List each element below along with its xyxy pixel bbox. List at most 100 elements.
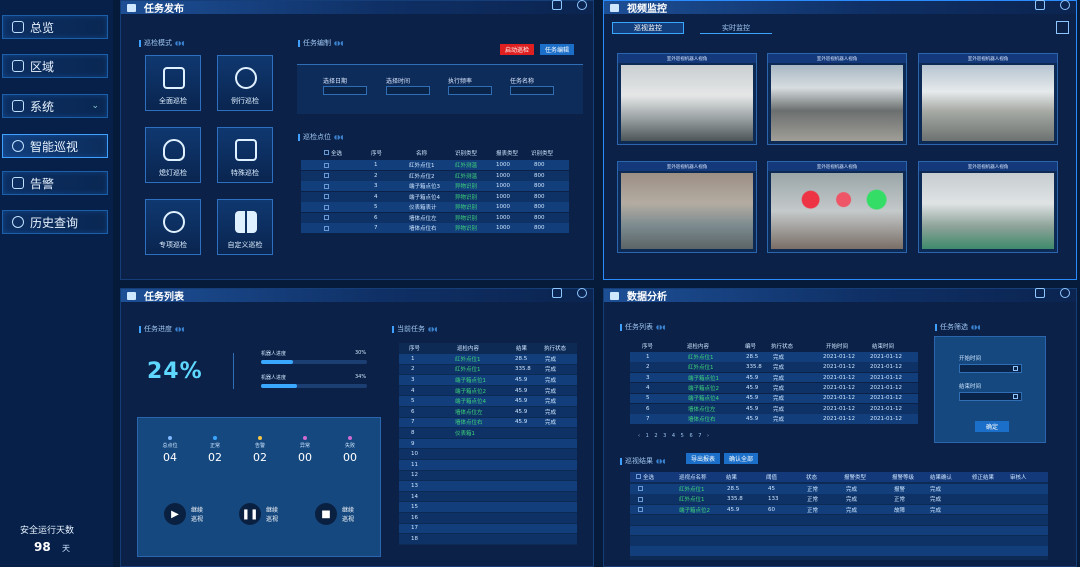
table-row[interactable]: 11 [399,460,577,470]
video-feed[interactable]: 室外巡视机器人视角 [617,53,757,145]
stat-item: 告警 02 [240,436,280,464]
checkbox[interactable] [324,225,329,231]
table-row[interactable]: 4 端子箱点位2 45.9 完成 [399,385,577,396]
checkbox[interactable] [324,215,329,220]
table-row[interactable]: 1 红外点位1 红外测温 1000 800 [301,160,569,170]
table-row[interactable]: 红外点位1 28.5 45 正常 完成 报警 完成 [630,484,1048,494]
table-row[interactable]: 13 [399,481,577,491]
table-row[interactable]: 16 [399,513,577,523]
table-row[interactable]: 17 [399,523,577,534]
video-feed[interactable]: 室外巡视机器人视角 [617,161,757,253]
checkbox[interactable] [324,194,329,199]
table-cell: 墙体点位左 [409,215,437,222]
frequency-input[interactable] [448,86,492,95]
checkbox[interactable] [324,173,329,178]
checkbox[interactable] [638,486,643,492]
checkbox[interactable] [636,474,641,479]
sidebar-item-system[interactable]: 系统 ⌄ [2,94,108,118]
refresh-icon[interactable] [1060,0,1070,10]
table-row[interactable]: 3 端子箱点位1 45.9 完成 [399,375,577,385]
table-row[interactable]: 6 墙体点位左 45.9 完成 [399,407,577,417]
table-row[interactable]: 3 端子箱点位1 45.9 完成 2021-01-12 2021-01-12 [630,372,918,383]
table-cell: 红外点位1 [455,356,481,363]
table-cell: 800 [534,204,545,210]
mode-custom-patrol[interactable]: 自定义巡检 [217,199,273,255]
pagination[interactable]: ‹ 1 2 3 4 5 6 7 › [638,433,711,439]
continue-button-1[interactable]: ▶ 继续 巡视 [164,503,203,525]
continue-button-3[interactable]: ■ 继续 巡视 [315,503,354,525]
date-input[interactable] [323,86,367,95]
refresh-icon[interactable] [577,0,587,10]
expand-icon[interactable] [1035,288,1045,298]
mode-full-patrol[interactable]: 全面巡检 [145,55,201,111]
table-row[interactable]: 4 端子箱点位4 异物识别 1000 800 [301,191,569,202]
table-cell: 1000 [496,214,510,221]
table-row[interactable]: 10 [399,449,577,459]
checkbox[interactable] [324,183,329,189]
expand-icon[interactable] [552,0,562,10]
table-row[interactable]: 14 [399,491,577,502]
table-row[interactable]: 2 红外点位1 335.8 完成 [399,364,577,375]
export-report-button[interactable]: 导出报表 [686,453,720,464]
table-row[interactable]: 1 红外点位1 28.5 完成 [399,354,577,364]
table-row[interactable]: 7 墙体点位右 45.9 完成 2021-01-12 2021-01-12 [630,414,918,424]
result-table: 全选 巡视点名称 结果 阈值 状态 报警类型 报警等级 结果确认 修正结果 审核… [630,472,1048,560]
table-row[interactable]: 5 仪表箱表计 异物识别 1000 800 [301,202,569,212]
table-row[interactable]: 12 [399,470,577,481]
table-row[interactable]: 2 红外点位2 红外测温 1000 800 [301,170,569,181]
checkbox[interactable] [324,150,329,155]
sidebar-item-alarm[interactable]: 告警 [2,171,108,195]
table-row[interactable]: 1 红外点位1 28.5 完成 2021-01-12 2021-01-12 [630,352,918,362]
table-row[interactable]: 15 [399,502,577,512]
continue-button-2[interactable]: ❚❚ 继续 巡视 [239,503,278,525]
confirm-button[interactable]: 确定 [975,421,1009,432]
table-row[interactable]: 8 仪表箱1 [399,428,577,438]
task-list-panel: 任务列表 任务进度 ◖◗◖ 24% 机器人进度 30% 机器人进度 34% 总点位… [120,288,594,567]
expand-icon[interactable] [1035,0,1045,10]
table-row[interactable]: 2 红外点位1 335.8 完成 2021-01-12 2021-01-12 [630,362,918,372]
edit-task-button[interactable]: 任务编辑 [540,44,574,55]
mode-special-patrol[interactable]: 特殊巡检 [217,127,273,183]
checkbox[interactable] [638,507,643,513]
mode-lights-off-patrol[interactable]: 熄灯巡检 [145,127,201,183]
time-input[interactable] [386,86,430,95]
checkbox[interactable] [324,204,329,210]
sidebar-item-history[interactable]: 历史查询 [2,210,108,234]
refresh-icon[interactable] [577,288,587,298]
mode-routine-patrol[interactable]: 例行巡检 [217,55,273,111]
video-feed[interactable]: 室外巡视机器人视角 [767,161,907,253]
tab-patrol-monitor[interactable]: 巡视监控 [612,22,684,34]
table-row[interactable]: 红外点位1 335.8 133 正常 完成 正常 完成 [630,494,1048,504]
table-row[interactable]: 4 端子箱点位2 45.9 完成 2021-01-12 2021-01-12 [630,383,918,393]
table-row[interactable]: 5 端子箱点位4 45.9 完成 [399,396,577,406]
fullscreen-icon[interactable] [1056,21,1069,34]
start-time-input[interactable] [959,364,1022,373]
video-feed[interactable]: 室外巡视机器人视角 [918,161,1058,253]
table-row[interactable]: 端子箱点位2 45.9 60 正常 完成 故障 完成 [630,504,1048,515]
end-time-input[interactable] [959,392,1022,401]
checkbox[interactable] [638,496,643,502]
start-patrol-button[interactable]: 启动巡检 [500,44,534,55]
table-row[interactable]: 7 墙体点位右 异物识别 1000 800 [301,223,569,233]
video-feed[interactable]: 室外巡视机器人视角 [767,53,907,145]
sidebar-item-overview[interactable]: 总览 [2,15,108,39]
confirm-all-button[interactable]: 确认全部 [724,453,758,464]
sidebar-item-region[interactable]: 区域 [2,54,108,78]
table-cell: 2021-01-12 [823,395,855,402]
table-cell: 完成 [773,417,785,424]
table-row[interactable]: 9 [399,438,577,449]
table-row[interactable]: 5 端子箱点位4 45.9 完成 2021-01-12 2021-01-12 [630,393,918,404]
table-row[interactable]: 6 墙体点位左 异物识别 1000 800 [301,212,569,223]
refresh-icon[interactable] [1060,288,1070,298]
table-row[interactable]: 6 墙体点位左 45.9 完成 2021-01-12 2021-01-12 [630,404,918,414]
tab-realtime-monitor[interactable]: 实时监控 [700,22,772,34]
table-row[interactable]: 7 墙体点位右 45.9 完成 [399,417,577,428]
task-name-input[interactable] [510,86,554,95]
sidebar-item-smart-patrol[interactable]: 智能巡视 [2,134,108,158]
table-row[interactable]: 3 端子箱点位3 异物识别 1000 800 [301,181,569,191]
mode-dedicated-patrol[interactable]: 专项巡检 [145,199,201,255]
video-feed[interactable]: 室外巡视机器人视角 [918,53,1058,145]
expand-icon[interactable] [552,288,562,298]
table-row[interactable]: 18 [399,534,577,544]
checkbox[interactable] [324,162,329,168]
